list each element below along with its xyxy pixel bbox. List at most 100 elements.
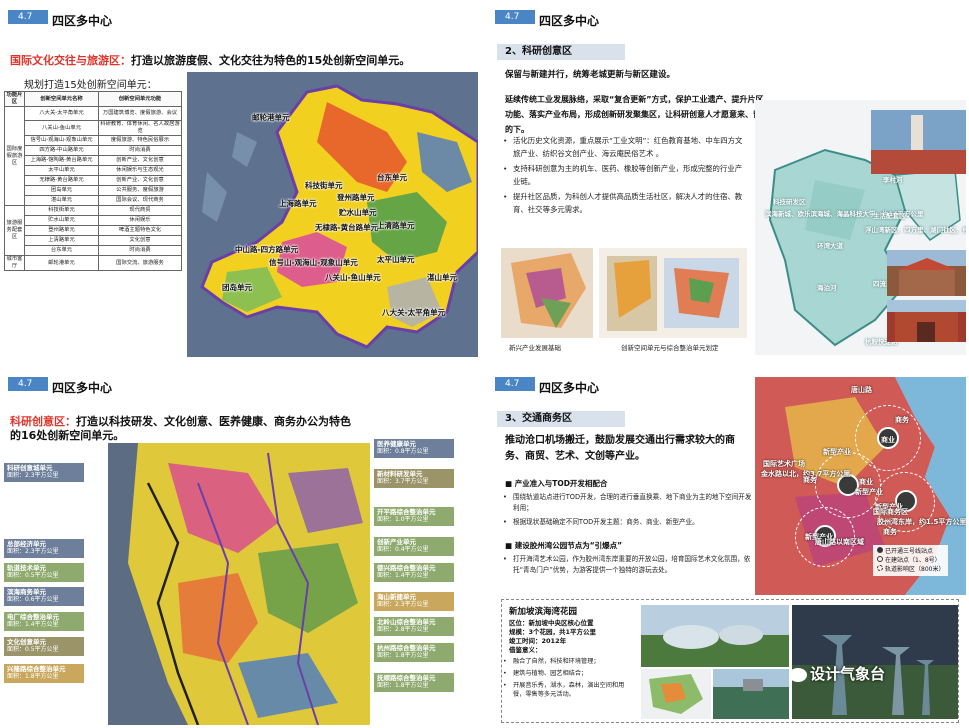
table-cell: 邮轮港单元	[24, 255, 99, 271]
table-cell: 国际会议、现代商务	[98, 195, 182, 206]
lead-text: 保留与新建并行，统筹老城更新与新区建设。	[505, 70, 676, 80]
map-label: 团岛单元	[222, 283, 252, 292]
unit-name: 兴隆路综合整治单元	[7, 665, 66, 673]
unit-area: 面积：1.8平方公里	[377, 652, 429, 659]
transport-map: 唐山路 商务 商业 新型产业 国际艺术广场 金水路以北，约3.7平方公里 商务 商业 新型产业新…	[755, 377, 966, 595]
industry-base-map	[501, 248, 593, 338]
unit-name: 滨海商务单元	[7, 588, 46, 596]
table-row: 旅游服务配套区 科技街单元 现代商贸	[4, 205, 182, 256]
map-label: 商务	[883, 528, 897, 536]
table-cell: 台东单元	[24, 245, 99, 256]
unit-area: 面积：0.8平方公里	[377, 448, 429, 455]
case-line: 竣工时间：2012年	[509, 637, 567, 645]
slide-title: 四区多中心	[539, 381, 600, 395]
table-cell: 八大关-太平角单元	[24, 106, 99, 121]
table-group-cell: 国际度假旅游区	[4, 106, 25, 206]
section-heading-tod: ■ 产业准入与TOD开发相配合	[505, 479, 608, 488]
section-number: 4.7	[8, 10, 48, 24]
slide-research-creative: 4.7 四区多中心 2、科研创意区 保留与新建并行，统筹老城更新与新区建设。 延…	[487, 0, 969, 361]
unit-area: 面积：2.8平方公里	[377, 626, 429, 633]
section-number: 4.7	[8, 377, 48, 391]
unit-name: 海山新建单元	[377, 593, 416, 601]
unit-card: 兴隆路综合整治单元 面积：1.8平方公里	[4, 664, 84, 683]
map-label: 贮水山单元	[339, 208, 377, 217]
section-heading-text: 产业准入与TOD开发相配合	[514, 479, 608, 488]
map-label: 八大关-太平角单元	[382, 308, 446, 317]
photo-red-architecture	[887, 300, 966, 342]
table-row: 湛山单元 国际会议、现代商务	[5, 195, 182, 206]
unit-area: 面积：3.7平方公里	[377, 478, 429, 485]
table-cell: 国际交流、旅游服务	[98, 255, 182, 271]
table-row: 无棣路-黄台路单元 创新产业、文化创意	[5, 175, 182, 186]
case-line: 借鉴意义：	[509, 646, 542, 654]
unit-area: 面积：2.3平方公里	[377, 601, 429, 608]
bullet-list: 活化历史文化资源，重点展示“工业文明”：红色教育基地、中车四方文旅产业、纺织谷文…	[503, 135, 748, 219]
unit-name: 科研创意城单元	[7, 464, 53, 472]
section-tag: 2、科研创意区	[497, 44, 625, 60]
unit-name: 开平路综合整治单元	[377, 508, 436, 516]
table-cell: 休闲娱乐与生态观光	[98, 165, 182, 176]
table-cell: 四方路-中山路单元	[24, 145, 99, 156]
case-line: 规模：3个花园，共1平方公里	[509, 628, 597, 636]
table-cell: 无棣路-黄台路单元	[24, 175, 99, 186]
map-legend: 已开通三号线站点 在建站点（1、8号） 轨道影响区（800米）	[873, 545, 949, 576]
table-subtitle: 规划打造15处创新空间单元：	[24, 80, 157, 91]
caption-industry: 新兴产业发展基础	[509, 344, 561, 352]
unit-card: 抚顺路综合整治单元 面积：1.8平方公里	[374, 673, 454, 692]
photo-industrial-heritage	[871, 110, 966, 174]
map-label: 上海路单元	[279, 199, 317, 208]
slide-title: 四区多中心	[52, 14, 113, 28]
map-label: 台东单元	[377, 173, 407, 182]
unit-card: 电厂综合整治单元 面积：1.4平方公里	[4, 612, 84, 631]
legend-item: 已开通三号线站点	[877, 547, 944, 556]
watermark: 设计气象台	[789, 663, 885, 684]
tod-bullets: 围绕轨道站点进行TOD开发，合理的进行垂直换乘、地下商业为主的地下空间开发利用；…	[503, 492, 753, 531]
bullet-item: 活化历史文化资源，重点展示“工业文明”：红色教育基地、中车四方文旅产业、纺织谷文…	[503, 135, 748, 160]
legend-item: 在建站点（1、8号）	[877, 556, 944, 565]
slide-research-units: 4.7 四区多中心 科研创意区：打造以科技研发、文化创意、医养健康、商务办公为特…	[0, 367, 482, 728]
case-info: 区位：新加坡中央区核心位置 规模：3个花园，共1平方公里 竣工时间：2012年 …	[509, 619, 596, 655]
table-row: 太平山单元 休闲娱乐与生态观光	[5, 165, 182, 176]
legend-item: 轨道影响区（800米）	[877, 565, 944, 574]
unit-card: 医养健康单元 面积：0.8平方公里	[374, 439, 454, 458]
section-heading-text: 建设胶州湾公园节点为“引爆点”	[514, 541, 623, 550]
map-label: 科技研发区	[773, 198, 806, 206]
case-bullets: 融合了自然，科技和环境管理； 建筑与植物、园艺相结合； 开展音乐秀，湖水，森林，…	[503, 657, 633, 702]
map-label: 商务	[895, 416, 909, 424]
unit-area: 面积：1.4平方公里	[7, 621, 59, 628]
map-label: 胶州湾东岸，约1.5平方公里	[877, 518, 966, 526]
unit-card: 文化创意单元 面积：0.5平方公里	[4, 637, 84, 656]
bullet-item: 打开海湾艺术公园，作为胶州湾东岸重要的开放公园，培育国际艺术文化氛围，依托“青岛…	[503, 554, 753, 576]
zone-map: 邮轮港单元 科技街单元 台东单元 登州路单元 上海路单元 贮水山单元 无棣路-黄台路单元 上清…	[187, 72, 478, 357]
bullet-item: 融合了自然，科技和环境管理；	[503, 657, 633, 666]
units-table: 功能片区 创新空间单元名称 创新空间单元功能 国际度假旅游区 八大关-太平角单元万…	[4, 91, 182, 271]
unit-card: 海山新建单元 面积：2.3平方公里	[374, 592, 454, 611]
unit-area: 面积：0.4平方公里	[377, 546, 429, 553]
table-cell: 文化创意	[98, 235, 182, 246]
photo-historic-building	[887, 250, 966, 296]
unit-card: 总部经济单元 面积：2.3平方公里	[4, 539, 84, 558]
table-row: 上清路单元 文化创意	[5, 235, 182, 246]
table-row: 信号山-观海山-观象山单元 度假旅游、特色民俗展示	[5, 135, 182, 146]
section-heading-park: ■ 建设胶州湾公园节点为“引爆点”	[505, 541, 623, 550]
garden-plan	[641, 669, 711, 719]
headline-zone: 国际文化交往与旅游区：	[10, 54, 131, 67]
map-label: 新型产业	[855, 488, 883, 496]
unit-area: 面积：0.5平方公里	[7, 646, 59, 653]
photo-waterfront	[713, 669, 789, 719]
park-bullets: 打开海湾艺术公园，作为胶州湾东岸重要的开放公园，培育国际艺术文化氛围，依托“青岛…	[503, 554, 753, 579]
slide-title: 四区多中心	[52, 381, 113, 395]
table-cell: 科技街单元	[24, 205, 99, 216]
table-row: 四方路-中山路单元 时尚消费	[5, 145, 182, 156]
unit-name: 创新产业单元	[377, 538, 416, 546]
map-label: 商务	[803, 476, 817, 484]
map-label: 唐山路以南区域	[815, 538, 864, 546]
headline-zone: 科研创意区：	[10, 415, 76, 428]
map-label: 八关山-鱼山单元	[325, 273, 381, 282]
bullet-item: 支持科研创意为主的机车、医药、橡胶等创新产业，形成完整的行业产业链。	[503, 163, 748, 188]
unit-area: 面积：1.0平方公里	[377, 516, 429, 523]
table-row: 国际度假旅游区 八大关-太平角单元 万国建筑博览、度假旅游、会议	[4, 106, 182, 206]
watermark-text: 设计气象台	[810, 665, 886, 683]
case-line: 区位：新加坡中央区核心位置	[509, 619, 594, 627]
unit-card: 德兴路综合整治单元 面积：1.4平方公里	[374, 563, 454, 582]
